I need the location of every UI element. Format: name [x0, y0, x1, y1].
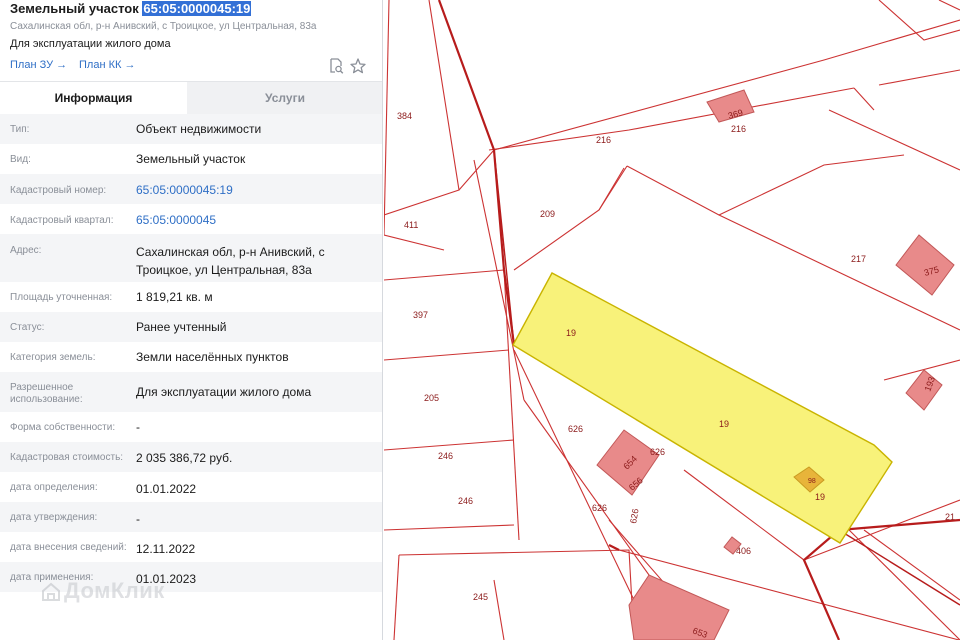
- tab-services[interactable]: Услуги: [187, 82, 382, 115]
- parcel-label: 246: [458, 496, 473, 506]
- road-boundaries: [437, 0, 960, 640]
- property-value: 01.01.2023: [136, 572, 197, 586]
- property-value: -: [136, 420, 140, 434]
- property-row: дата утверждения: -: [0, 502, 382, 532]
- parcel-label: 411: [404, 220, 418, 230]
- parcel-label: 245: [473, 592, 488, 602]
- property-label: Категория земель:: [10, 352, 96, 363]
- tab-bar: Информация Услуги: [0, 81, 382, 115]
- parcel-label: 626: [650, 447, 665, 457]
- parcel-label: 98: [808, 478, 816, 485]
- parcel-label: 406: [736, 546, 751, 556]
- property-value: 1 819,21 кв. м: [136, 290, 213, 304]
- selected-parcel-19[interactable]: [512, 272, 893, 544]
- property-row: Статус: Ранее учтенный: [0, 312, 382, 342]
- property-value: 12.11.2022: [136, 542, 196, 556]
- property-label: Адрес:: [10, 245, 42, 256]
- object-title-number[interactable]: 65:05:0000045:19: [142, 1, 252, 16]
- plan-zu-link[interactable]: План ЗУ →: [10, 59, 67, 71]
- parcel-label: 626: [568, 424, 583, 434]
- parcel-label: 397: [413, 310, 428, 320]
- property-row: Адрес: Сахалинская обл, р-н Анивский, с Т…: [0, 234, 382, 282]
- property-row: Кадастровая стоимость: 2 035 386,72 руб.: [0, 442, 382, 472]
- document-search-icon[interactable]: [327, 57, 345, 75]
- property-value: Для эксплуатации жилого дома: [136, 385, 312, 399]
- object-address: Сахалинская обл, р-н Анивский, с Троицко…: [10, 21, 317, 32]
- parcel-label: 217: [851, 254, 866, 264]
- property-value: Ранее учтенный: [136, 320, 227, 334]
- property-label: Форма собственности:: [10, 422, 116, 433]
- property-row: Кадастровый квартал: 65:05:0000045: [0, 204, 382, 234]
- parcel-label: 19: [566, 328, 576, 338]
- parcel-label: 216: [596, 135, 611, 145]
- property-label: Разрешенное использование:: [10, 382, 83, 405]
- property-label: Кадастровый квартал:: [10, 215, 114, 226]
- parcel-boundaries: [384, 0, 960, 640]
- parcel-label: 19: [815, 492, 825, 502]
- domclick-logo-icon: [42, 582, 60, 601]
- parcel-label: 21: [945, 512, 955, 522]
- property-value: 2 035 386,72 руб.: [136, 451, 233, 465]
- property-value: -: [136, 512, 140, 526]
- parcel-label: 209: [540, 209, 555, 219]
- property-row: Площадь уточненная: 1 819,21 кв. м: [0, 282, 382, 312]
- property-value: Земельный участок: [136, 152, 246, 166]
- object-title-type: Земельный участок: [10, 1, 139, 16]
- property-row: Категория земель: Земли населённых пункто…: [0, 342, 382, 372]
- star-icon[interactable]: [349, 57, 367, 75]
- property-value-link[interactable]: 65:05:0000045:19: [136, 181, 376, 199]
- parcel-label: 626: [628, 508, 640, 525]
- object-info-panel: Земельный участок 65:05:0000045:19 Сахал…: [0, 0, 383, 640]
- property-label: Кадастровый номер:: [10, 185, 107, 196]
- tab-information[interactable]: Информация: [0, 82, 187, 115]
- parcel-label: 384: [397, 111, 412, 121]
- parcel-label: 205: [424, 393, 439, 403]
- property-label: Статус:: [10, 322, 45, 333]
- property-row: дата внесения сведений: 12.11.2022: [0, 532, 382, 562]
- property-value: Объект недвижимости: [136, 122, 262, 136]
- property-value: Земли населённых пунктов: [136, 350, 289, 364]
- map-canvas[interactable]: 384 216 369 216 411 209 217 375 397 19 2…: [384, 0, 960, 640]
- property-label: Тип:: [10, 124, 30, 135]
- property-label: Кадастровая стоимость:: [10, 452, 124, 463]
- property-value: Сахалинская обл, р-н Анивский, с Троицко…: [136, 245, 325, 277]
- object-title: Земельный участок 65:05:0000045:19: [10, 1, 252, 16]
- property-label: Площадь уточненная:: [10, 292, 113, 303]
- plan-kk-link[interactable]: План КК →: [79, 59, 135, 71]
- parcel-label: 216: [731, 124, 746, 134]
- property-value: 01.01.2022: [136, 482, 197, 496]
- property-label: дата внесения сведений:: [10, 542, 127, 553]
- property-row: Форма собственности: -: [0, 412, 382, 442]
- property-label: Вид:: [10, 154, 31, 165]
- parcel-label: 19: [719, 419, 729, 429]
- property-row: дата определения: 01.01.2022: [0, 472, 382, 502]
- property-row: Разрешенное использование: Для эксплуатац…: [0, 372, 382, 412]
- building-375: [895, 234, 955, 296]
- parcel-label: 626: [592, 503, 607, 513]
- cadastral-map[interactable]: 384 216 369 216 411 209 217 375 397 19 2…: [384, 0, 960, 640]
- watermark: ДомКлик: [64, 578, 165, 603]
- parcel-label: 246: [438, 451, 453, 461]
- property-label: дата утверждения:: [10, 512, 98, 523]
- property-label: дата определения:: [10, 482, 98, 493]
- property-value-link[interactable]: 65:05:0000045: [136, 211, 376, 229]
- property-row: Тип: Объект недвижимости: [0, 114, 382, 144]
- property-row: Вид: Земельный участок: [0, 144, 382, 174]
- object-usage: Для эксплуатации жилого дома: [10, 38, 171, 50]
- building-653: [628, 574, 730, 640]
- property-row: Кадастровый номер: 65:05:0000045:19: [0, 174, 382, 204]
